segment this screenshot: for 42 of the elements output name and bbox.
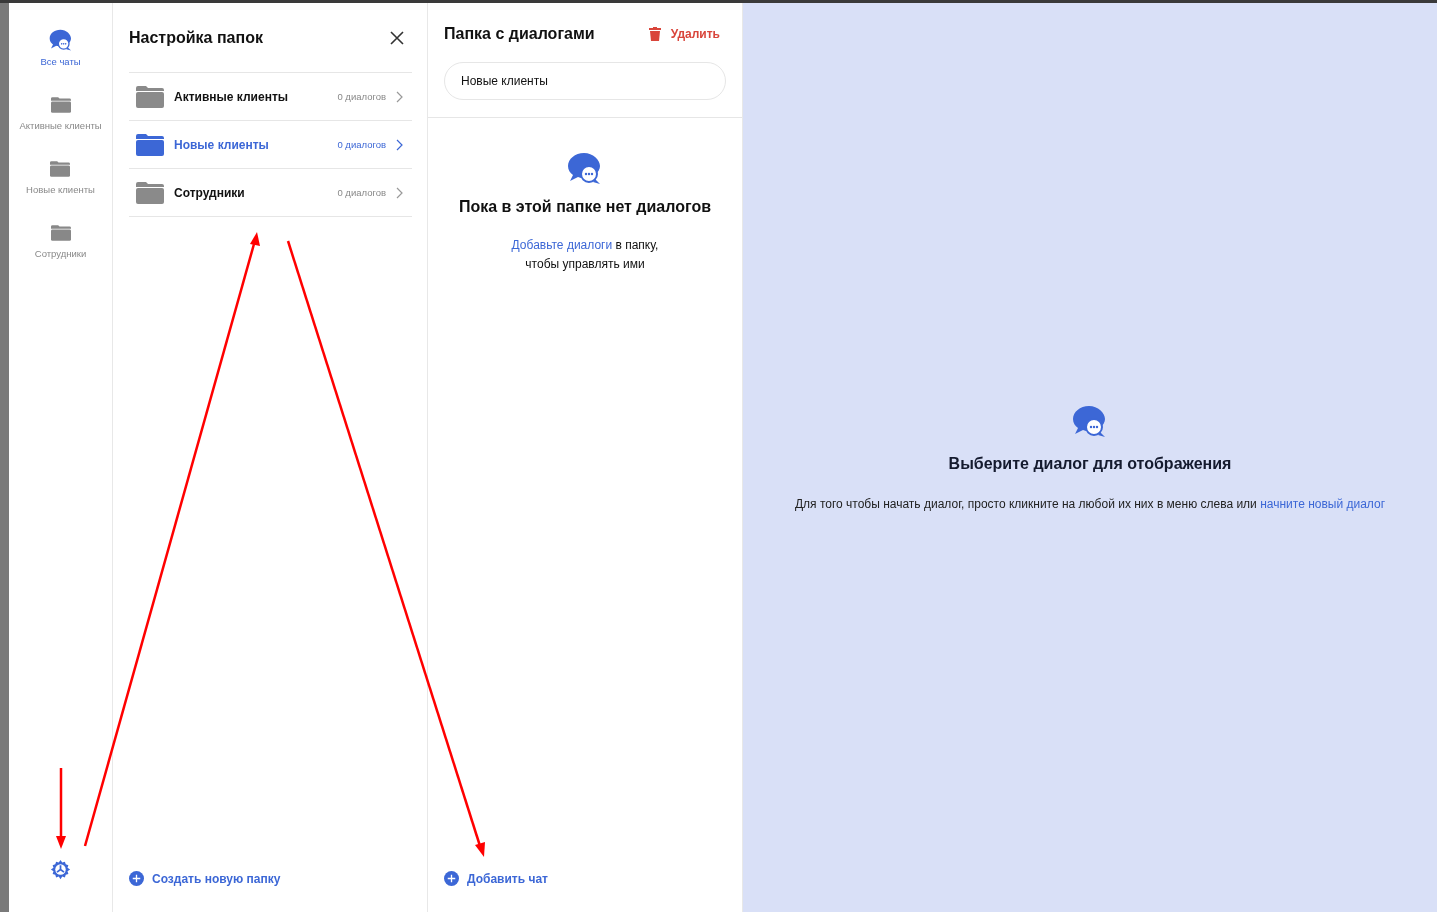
sidebar-item[interactable]: Новые клиенты	[26, 155, 95, 219]
create-folder-button[interactable]: Создать новую папку	[129, 871, 281, 886]
chat-bubbles-icon	[567, 152, 603, 186]
empty-hint: Добавьте диалоги в папку, чтобы управлять ими	[510, 237, 660, 273]
plus-icon	[444, 871, 459, 886]
folder-icon	[50, 160, 71, 177]
chevron-right-icon	[396, 90, 403, 103]
folder-row[interactable]: Активные клиенты 0 диалогов	[129, 73, 412, 121]
empty-hint: Для того чтобы начать диалог, просто кликните на любой их них в меню слева или начните новый диалог	[794, 497, 1386, 511]
folder-name: Новые клиенты	[174, 137, 270, 152]
delete-button[interactable]: Удалить	[648, 26, 720, 41]
panel-title: Настройка папок	[129, 28, 263, 47]
dialog-count: 0 диалогов	[337, 139, 386, 150]
folder-icon	[136, 181, 164, 204]
add-chat-button[interactable]: Добавить чат	[444, 871, 548, 886]
folder-icon	[50, 96, 71, 113]
empty-title: Выберите диалог для отображения	[948, 455, 1232, 473]
close-button[interactable]	[389, 29, 405, 46]
dialog-count: 0 диалогов	[337, 187, 386, 198]
new-dialog-link[interactable]: начните новый диалог	[1260, 497, 1386, 511]
panel-title: Папка с диалогами	[444, 24, 595, 43]
folder-row[interactable]: Новые клиенты 0 диалогов	[129, 121, 412, 169]
folder-name: Активные клиенты	[174, 89, 289, 104]
folder-icon	[136, 133, 164, 156]
add-dialogs-link[interactable]: Добавьте диалоги	[511, 238, 613, 252]
folder-icon	[136, 85, 164, 108]
folder-row[interactable]: Сотрудники 0 диалогов	[129, 169, 412, 217]
folder-name-field[interactable]: Новые клиенты	[444, 62, 726, 100]
sidebar-item[interactable]: Активные клиенты	[19, 91, 102, 155]
chevron-right-icon	[396, 138, 403, 151]
folder-icon	[50, 224, 71, 241]
empty-title: Пока в этой папке нет диалогов	[458, 198, 712, 216]
folder-name: Сотрудники	[174, 185, 246, 200]
chat-bubbles-icon	[1072, 405, 1108, 439]
dialog-count: 0 диалогов	[337, 91, 386, 102]
sidebar-item[interactable]: Все чаты	[40, 27, 81, 91]
chevron-right-icon	[396, 186, 403, 199]
trash-icon	[648, 26, 661, 41]
plus-icon	[129, 871, 144, 886]
settings-icon[interactable]	[50, 859, 71, 880]
chat-bubbles-icon	[48, 29, 73, 52]
sidebar-item[interactable]: Сотрудники	[34, 219, 87, 283]
